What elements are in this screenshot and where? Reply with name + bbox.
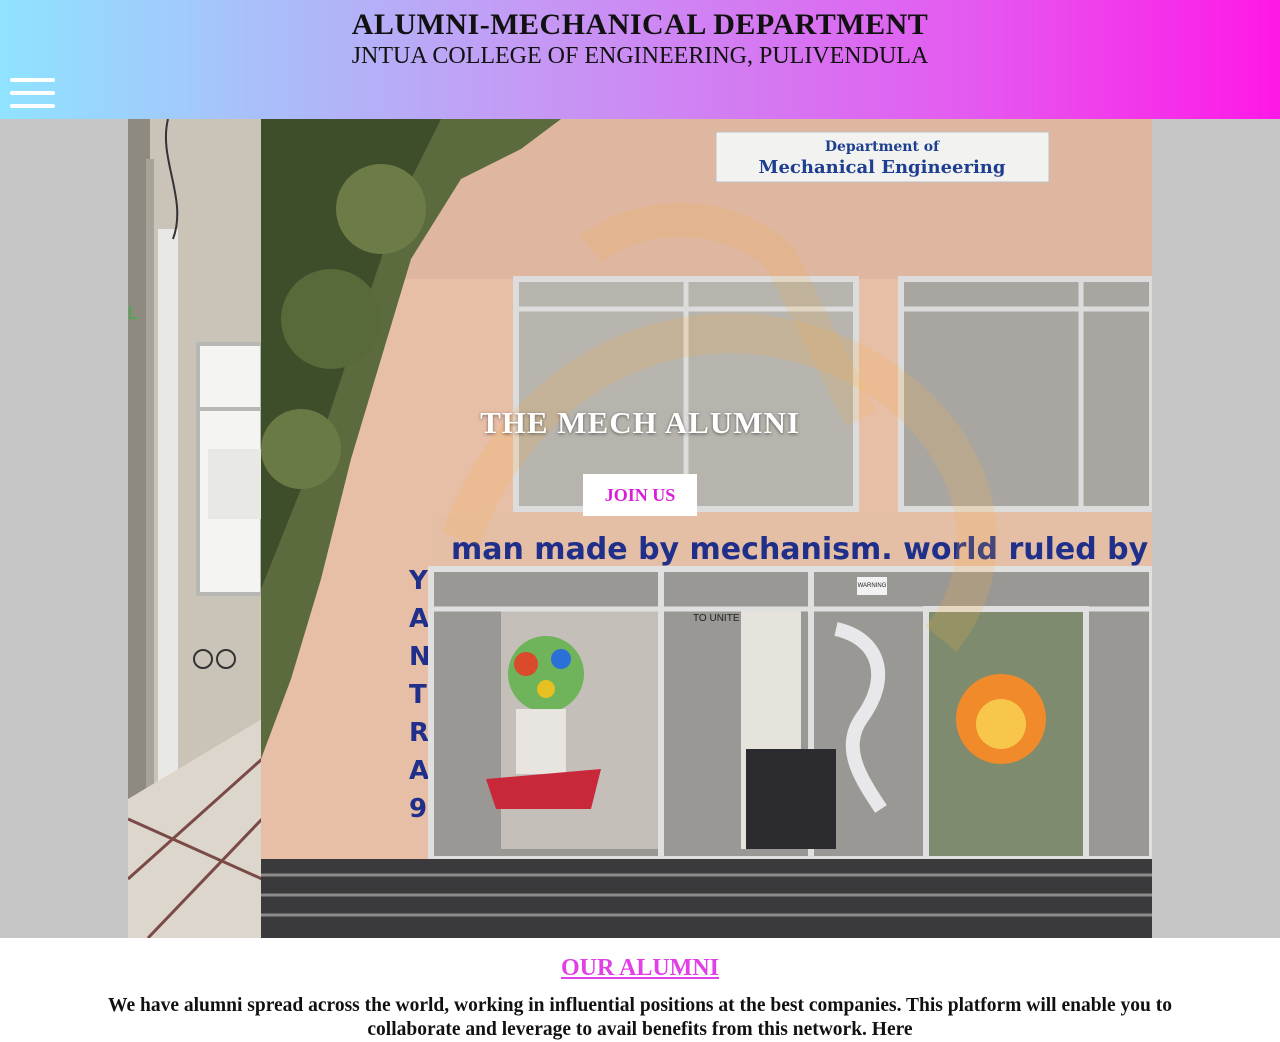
hero-heading: THE MECH ALUMNI	[480, 405, 800, 440]
menu-bar	[10, 91, 55, 95]
hamburger-menu-icon[interactable]	[10, 78, 55, 108]
department-building-photo: Department of Mechanical Engineering man…	[261, 119, 1270, 938]
site-header: ALUMNI-MECHANICAL DEPARTMENT JNTUA COLLE…	[0, 0, 1280, 119]
warning-sign-text: WARNING	[858, 583, 887, 589]
join-us-button[interactable]: JOIN US	[583, 474, 697, 516]
hero-side-photo: L	[126, 119, 264, 938]
our-alumni-description: We have alumni spread across the world, …	[108, 995, 1172, 1040]
menu-bar	[10, 78, 55, 82]
hero-banner: L Department of Mechanical Engineering m…	[0, 119, 1280, 938]
our-alumni-heading: OUR ALUMNI	[560, 955, 719, 981]
hero-main-photo: Department of Mechanical Engineering man…	[261, 119, 1270, 938]
building-sign-line2: Mechanical Engineering	[759, 157, 1006, 178]
building-banner-text: man made by mechanism. world ruled by me…	[451, 532, 1152, 567]
site-title: ALUMNI-MECHANICAL DEPARTMENT	[351, 8, 929, 41]
building-sign-line1: Department of	[825, 139, 940, 155]
site-subtitle: JNTUA COLLEGE OF ENGINEERING, PULIVENDUL…	[351, 43, 929, 69]
door-sign-text: TO UNITE	[693, 613, 740, 624]
side-photo-drawing: L	[126, 119, 264, 938]
menu-bar	[10, 104, 55, 108]
side-photo-letter: L	[128, 303, 138, 323]
